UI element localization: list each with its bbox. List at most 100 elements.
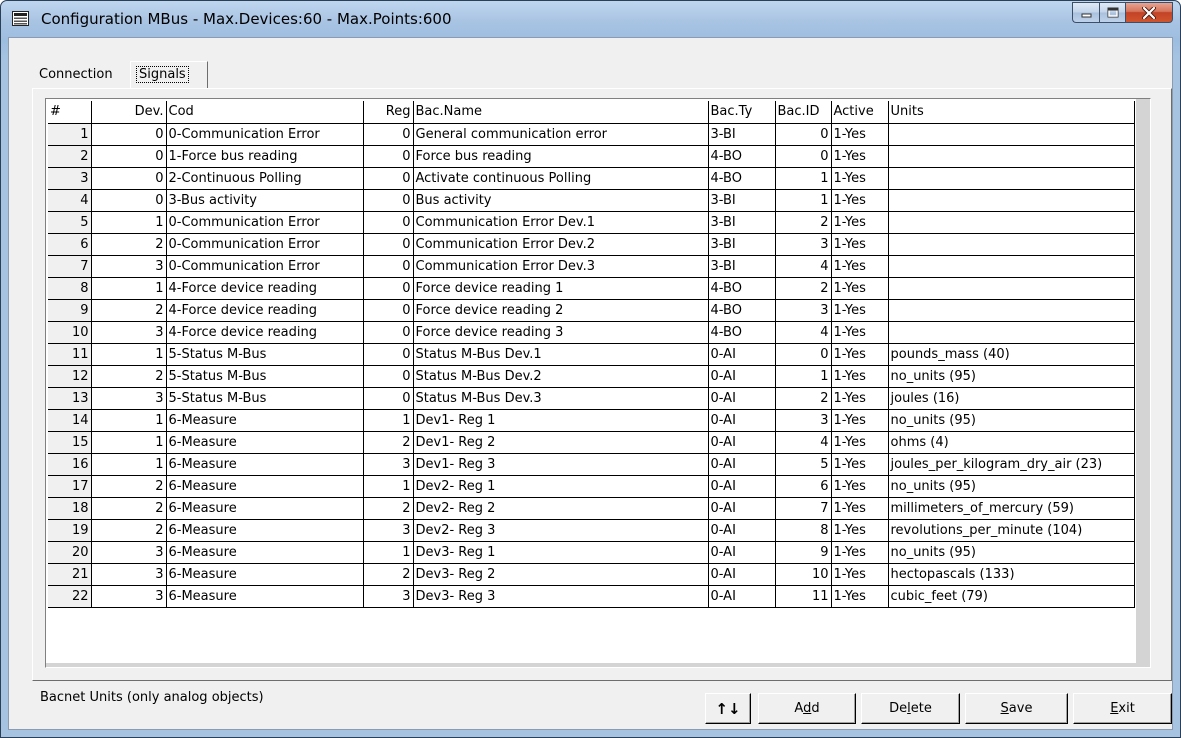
reg-cell[interactable]: 0 — [363, 321, 414, 344]
column-header[interactable]: # — [48, 101, 92, 124]
bac-name-cell[interactable]: Dev2- Reg 1 — [413, 475, 709, 498]
row-number[interactable]: 19 — [48, 519, 92, 542]
row-number[interactable]: 17 — [48, 475, 92, 498]
active-cell[interactable]: 1-Yes — [831, 167, 889, 190]
reg-cell[interactable]: 0 — [363, 145, 414, 168]
active-cell[interactable]: 1-Yes — [831, 189, 889, 212]
reg-cell[interactable]: 0 — [363, 365, 414, 388]
cod-cell[interactable]: 5-Status M-Bus — [166, 343, 364, 366]
active-cell[interactable]: 1-Yes — [831, 519, 889, 542]
active-cell[interactable]: 1-Yes — [831, 497, 889, 520]
title-bar[interactable]: Configuration MBus - Max.Devices:60 - Ma… — [1, 1, 1180, 37]
reg-cell[interactable]: 0 — [363, 123, 414, 146]
tab-connection[interactable]: Connection — [34, 64, 130, 88]
bac-type-cell[interactable]: 0-AI — [708, 475, 776, 498]
dev-cell[interactable]: 3 — [91, 585, 167, 608]
bac-name-cell[interactable]: Communication Error Dev.3 — [413, 255, 709, 278]
table-row[interactable]: 16 1 6-Measure 3 Dev1- Reg 3 0-AI 5 1-Yes joules… — [48, 453, 1135, 476]
table-row[interactable]: 6 2 0-Communication Error 0 Communication Er… — [48, 233, 1135, 256]
active-cell[interactable]: 1-Yes — [831, 277, 889, 300]
delete-button[interactable]: Delete — [861, 693, 960, 724]
units-cell[interactable]: millimeters_of_mercury (59) — [888, 497, 1135, 520]
dev-cell[interactable]: 2 — [91, 475, 167, 498]
bac-id-cell[interactable]: 6 — [775, 475, 832, 498]
bac-name-cell[interactable]: General communication error — [413, 123, 709, 146]
bac-id-cell[interactable]: 7 — [775, 497, 832, 520]
table-row[interactable]: 12 2 5-Status M-Bus 0 Status M-Bus Dev.2 0-AI… — [48, 365, 1135, 388]
table-row[interactable]: 21 3 6-Measure 2 Dev3- Reg 2 0-AI 10 1-Yes hecto… — [48, 563, 1135, 586]
cod-cell[interactable]: 6-Measure — [166, 497, 364, 520]
reg-cell[interactable]: 3 — [363, 453, 414, 476]
close-button[interactable] — [1126, 2, 1173, 23]
cod-cell[interactable]: 5-Status M-Bus — [166, 387, 364, 410]
bac-id-cell[interactable]: 9 — [775, 541, 832, 564]
cod-cell[interactable]: 6-Measure — [166, 409, 364, 432]
bac-name-cell[interactable]: Dev1- Reg 3 — [413, 453, 709, 476]
dev-cell[interactable]: 2 — [91, 233, 167, 256]
cod-cell[interactable]: 5-Status M-Bus — [166, 365, 364, 388]
reg-cell[interactable]: 0 — [363, 189, 414, 212]
bac-type-cell[interactable]: 3-BI — [708, 123, 776, 146]
row-number[interactable]: 5 — [48, 211, 92, 234]
bac-name-cell[interactable]: Dev3- Reg 2 — [413, 563, 709, 586]
bac-id-cell[interactable]: 3 — [775, 409, 832, 432]
bac-type-cell[interactable]: 3-BI — [708, 189, 776, 212]
cod-cell[interactable]: 2-Continuous Polling — [166, 167, 364, 190]
dev-cell[interactable]: 2 — [91, 519, 167, 542]
active-cell[interactable]: 1-Yes — [831, 255, 889, 278]
bac-type-cell[interactable]: 0-AI — [708, 519, 776, 542]
cod-cell[interactable]: 6-Measure — [166, 585, 364, 608]
active-cell[interactable]: 1-Yes — [831, 365, 889, 388]
maximize-button[interactable] — [1099, 2, 1126, 23]
dev-cell[interactable]: 1 — [91, 277, 167, 300]
bac-name-cell[interactable]: Communication Error Dev.1 — [413, 211, 709, 234]
cod-cell[interactable]: 6-Measure — [166, 541, 364, 564]
bac-name-cell[interactable]: Bus activity — [413, 189, 709, 212]
bac-name-cell[interactable]: Activate continuous Polling — [413, 167, 709, 190]
table-row[interactable]: 3 0 2-Continuous Polling 0 Activate continuo… — [48, 167, 1135, 190]
units-cell[interactable] — [888, 145, 1135, 168]
reg-cell[interactable]: 0 — [363, 233, 414, 256]
active-cell[interactable]: 1-Yes — [831, 299, 889, 322]
bac-type-cell[interactable]: 0-AI — [708, 387, 776, 410]
units-cell[interactable] — [888, 211, 1135, 234]
active-cell[interactable]: 1-Yes — [831, 233, 889, 256]
bac-id-cell[interactable]: 3 — [775, 299, 832, 322]
cod-cell[interactable]: 4-Force device reading — [166, 321, 364, 344]
units-cell[interactable]: joules_per_kilogram_dry_air (23) — [888, 453, 1135, 476]
dev-cell[interactable]: 2 — [91, 497, 167, 520]
units-cell[interactable] — [888, 255, 1135, 278]
reg-cell[interactable]: 2 — [363, 497, 414, 520]
cod-cell[interactable]: 0-Communication Error — [166, 233, 364, 256]
row-number[interactable]: 3 — [48, 167, 92, 190]
table-row[interactable]: 18 2 6-Measure 2 Dev2- Reg 2 0-AI 7 1-Yes millim… — [48, 497, 1135, 520]
row-number[interactable]: 2 — [48, 145, 92, 168]
dev-cell[interactable]: 3 — [91, 321, 167, 344]
active-cell[interactable]: 1-Yes — [831, 123, 889, 146]
units-cell[interactable] — [888, 189, 1135, 212]
active-cell[interactable]: 1-Yes — [831, 343, 889, 366]
table-row[interactable]: 5 1 0-Communication Error 0 Communication Er… — [48, 211, 1135, 234]
cod-cell[interactable]: 3-Bus activity — [166, 189, 364, 212]
bac-type-cell[interactable]: 4-BO — [708, 277, 776, 300]
table-row[interactable]: 7 3 0-Communication Error 0 Communication Er… — [48, 255, 1135, 278]
table-row[interactable]: 1 0 0-Communication Error 0 General communic… — [48, 123, 1135, 146]
row-number[interactable]: 16 — [48, 453, 92, 476]
active-cell[interactable]: 1-Yes — [831, 409, 889, 432]
reg-cell[interactable]: 3 — [363, 519, 414, 542]
table-row[interactable]: 20 3 6-Measure 1 Dev3- Reg 1 0-AI 9 1-Yes no_uni… — [48, 541, 1135, 564]
units-cell[interactable] — [888, 123, 1135, 146]
bac-type-cell[interactable]: 0-AI — [708, 585, 776, 608]
dev-cell[interactable]: 0 — [91, 189, 167, 212]
bac-name-cell[interactable]: Status M-Bus Dev.3 — [413, 387, 709, 410]
reg-cell[interactable]: 3 — [363, 585, 414, 608]
signals-grid[interactable]: # Dev. Cod Reg Bac.Name Bac.Ty Bac.ID Ac… — [45, 98, 1151, 668]
reg-cell[interactable]: 0 — [363, 299, 414, 322]
cod-cell[interactable]: 6-Measure — [166, 519, 364, 542]
table-row[interactable]: 11 1 5-Status M-Bus 0 Status M-Bus Dev.1 0-AI… — [48, 343, 1135, 366]
active-cell[interactable]: 1-Yes — [831, 431, 889, 454]
units-cell[interactable]: no_units (95) — [888, 541, 1135, 564]
bac-type-cell[interactable]: 4-BO — [708, 321, 776, 344]
column-header[interactable]: Dev. — [91, 101, 167, 124]
cod-cell[interactable]: 1-Force bus reading — [166, 145, 364, 168]
